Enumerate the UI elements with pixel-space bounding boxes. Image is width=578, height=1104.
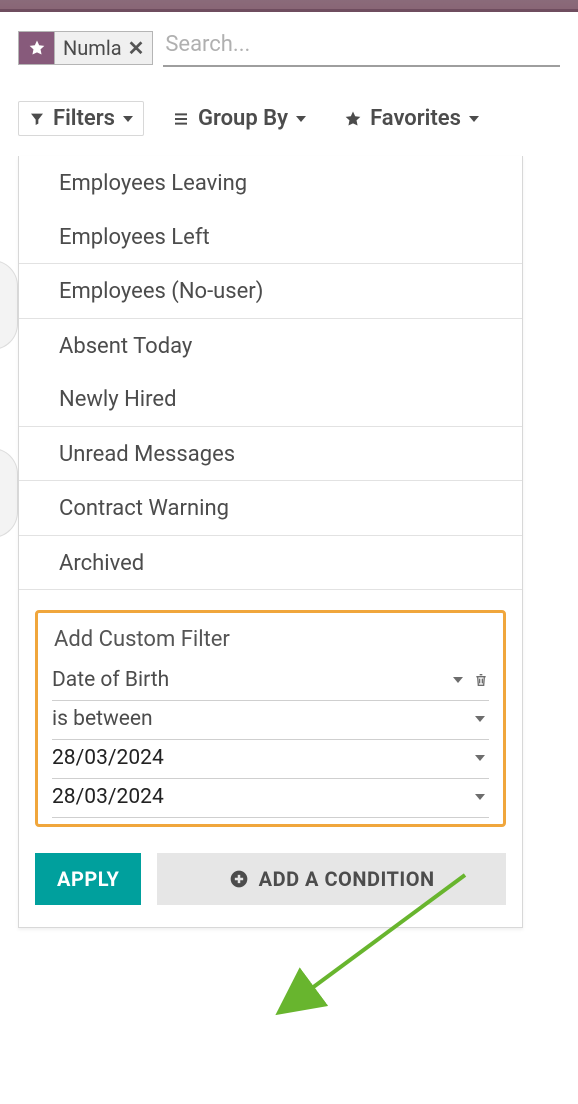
chevron-down-icon: [475, 755, 485, 761]
favorites-dropdown-toggle[interactable]: Favorites: [334, 102, 489, 135]
favorites-label: Favorites: [370, 106, 461, 131]
chevron-down-icon: [469, 116, 479, 122]
add-condition-button[interactable]: ADD A CONDITION: [157, 853, 506, 905]
background-record-ghost: [0, 260, 18, 350]
custom-filter-date-from[interactable]: 28/03/2024: [52, 740, 489, 779]
controls-row: Filters Group By Favorites: [0, 75, 578, 144]
filter-option[interactable]: Absent Today: [19, 319, 522, 373]
search-row: Numla ✕: [0, 12, 578, 75]
star-icon: [344, 110, 362, 128]
filter-option[interactable]: Employees Leaving: [19, 156, 522, 210]
chevron-down-icon: [475, 794, 485, 800]
trash-icon[interactable]: [473, 671, 489, 689]
group-by-dropdown-toggle[interactable]: Group By: [162, 102, 316, 135]
custom-filter-field-select[interactable]: Date of Birth: [52, 662, 489, 701]
app-top-bar: [0, 0, 578, 12]
list-icon: [172, 111, 190, 127]
filter-option[interactable]: Newly Hired: [19, 372, 522, 426]
custom-filter-date-to[interactable]: 28/03/2024: [52, 779, 489, 818]
star-icon: [19, 32, 55, 64]
custom-filter-actions: APPLY ADD A CONDITION: [19, 833, 522, 927]
plus-circle-icon: [229, 869, 249, 889]
apply-button[interactable]: APPLY: [35, 853, 141, 905]
search-facet-chip[interactable]: Numla ✕: [18, 31, 153, 65]
chevron-down-icon: [453, 677, 463, 683]
background-record-ghost: [0, 448, 18, 538]
filters-label: Filters: [53, 106, 115, 131]
chevron-down-icon: [123, 116, 133, 122]
chevron-down-icon: [296, 116, 306, 122]
filter-option[interactable]: Unread Messages: [19, 427, 522, 481]
field-select-value: Date of Birth: [52, 668, 443, 692]
date-to-value: 28/03/2024: [52, 785, 465, 809]
custom-filter-operator-select[interactable]: is between: [52, 701, 489, 740]
filter-option[interactable]: Contract Warning: [19, 481, 522, 535]
group-by-label: Group By: [198, 106, 288, 131]
chip-label: Numla: [63, 36, 122, 60]
filter-option[interactable]: Employees Left: [19, 210, 522, 264]
add-custom-filter-section: Add Custom Filter Date of Birth is betwe…: [35, 610, 506, 827]
add-condition-label: ADD A CONDITION: [259, 867, 435, 891]
filter-option[interactable]: Employees (No-user): [19, 264, 522, 318]
date-from-value: 28/03/2024: [52, 746, 465, 770]
custom-filter-title: Add Custom Filter: [52, 627, 489, 652]
chevron-down-icon: [475, 716, 485, 722]
funnel-icon: [29, 111, 45, 127]
operator-select-value: is between: [52, 707, 465, 731]
filters-dropdown-panel: Employees LeavingEmployees LeftEmployees…: [18, 156, 523, 928]
close-icon[interactable]: ✕: [128, 36, 145, 60]
search-input[interactable]: [163, 28, 560, 67]
filter-option[interactable]: Archived: [19, 536, 522, 590]
filters-dropdown-toggle[interactable]: Filters: [18, 101, 144, 136]
